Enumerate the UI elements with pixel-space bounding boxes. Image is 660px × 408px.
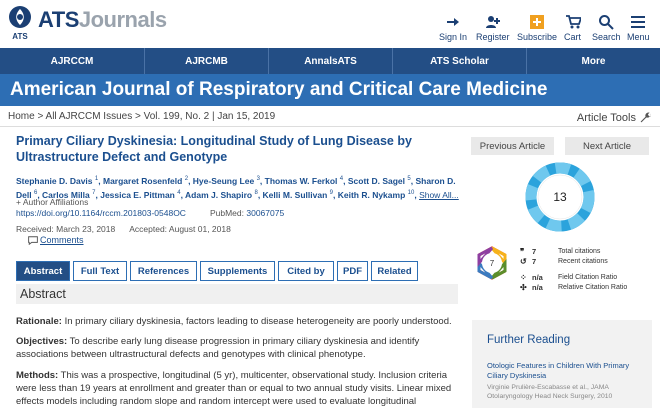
tab-supplements[interactable]: Supplements: [200, 261, 275, 281]
received-date: Received: March 23, 2018: [16, 224, 116, 234]
quote-icon: ❞: [520, 247, 525, 256]
metric-total-citations: ❞ 7 Total citations: [520, 247, 601, 256]
cart-button[interactable]: Cart: [564, 14, 581, 42]
author-link[interactable]: Jessica E. Pittman 4: [100, 190, 180, 200]
article-dates: Received: March 23, 2018 Accepted: Augus…: [16, 224, 231, 234]
abstract-methods: Methods: This was a prospective, longitu…: [16, 370, 452, 407]
previous-article-button[interactable]: Previous Article: [471, 137, 554, 155]
tab-references[interactable]: References: [130, 261, 197, 281]
comments-link[interactable]: Comments: [28, 235, 84, 245]
nav-ats-scholar[interactable]: ATS Scholar: [393, 48, 527, 74]
metric-relative-citation-ratio: ✣ n/a Relative Citation Ratio: [520, 283, 628, 292]
search-button[interactable]: Search: [592, 14, 621, 42]
tab-related[interactable]: Related: [371, 261, 418, 281]
pubmed-link[interactable]: 30067075: [246, 208, 284, 218]
article-tabs: Abstract Full Text References Supplement…: [16, 261, 418, 281]
metric-recent-citations: ↺ 7 Recent citations: [520, 257, 608, 266]
author-link[interactable]: Keith R. Nykamp 10: [338, 190, 415, 200]
sign-in-button[interactable]: Sign In: [439, 14, 467, 42]
subscribe-button[interactable]: Subscribe: [517, 14, 557, 42]
ats-badge-icon: ATS: [6, 5, 34, 41]
nav-ajrcmb[interactable]: AJRCMB: [145, 48, 269, 74]
altmetric-score: 13: [553, 190, 567, 204]
author-link[interactable]: Kelli M. Sullivan 9: [263, 190, 333, 200]
fcr-icon: ⁘: [520, 273, 527, 282]
menu-button[interactable]: Menu: [627, 14, 650, 42]
search-icon: [599, 15, 614, 30]
abstract-objectives: Objectives: To describe early lung disea…: [16, 336, 420, 360]
author-link[interactable]: Hye-Seung Lee 3: [193, 176, 260, 186]
doi-link[interactable]: https://doi.org/10.1164/rccm.201803-0548…: [16, 208, 186, 218]
cart-icon: [565, 15, 581, 29]
next-article-button[interactable]: Next Article: [565, 137, 649, 155]
tab-abstract[interactable]: Abstract: [16, 261, 70, 281]
tab-full-text[interactable]: Full Text: [73, 261, 127, 281]
further-reading-item-source: Virginie Prulière-Escabasse et al., JAMA…: [487, 384, 613, 400]
abstract-rationale: Rationale: In primary ciliary dyskinesia…: [16, 316, 452, 327]
metric-field-citation-ratio: ⁘ n/a Field Citation Ratio: [520, 273, 618, 282]
ats-journals-logo[interactable]: ATS ATSJournals: [6, 5, 167, 41]
pubmed-label: PubMed:: [209, 208, 244, 218]
journal-banner: American Journal of Respiratory and Crit…: [0, 74, 660, 106]
nav-annalsats[interactable]: AnnalsATS: [269, 48, 393, 74]
nav-more[interactable]: More: [527, 48, 660, 74]
register-button[interactable]: Register: [476, 14, 510, 42]
sign-in-icon: [447, 18, 460, 26]
author-affiliations-toggle[interactable]: + Author Affiliations: [16, 197, 88, 207]
altmetric-badge[interactable]: 13: [524, 161, 596, 233]
nav-ajrccm[interactable]: AJRCCM: [0, 48, 145, 74]
article-tools-button[interactable]: Article Tools: [577, 111, 652, 124]
author-link[interactable]: Thomas W. Ferkol 4: [265, 176, 343, 186]
subscribe-icon: [530, 15, 545, 29]
author-link[interactable]: Stephanie D. Davis 1: [16, 176, 98, 186]
further-reading-item-link[interactable]: Otologic Features in Children With Prima…: [487, 361, 647, 380]
abstract-heading: Abstract: [16, 284, 458, 304]
journal-nav: AJRCCM AJRCMB AnnalsATS ATS Scholar More: [0, 48, 660, 74]
divider: [0, 126, 660, 127]
top-header: ATS ATSJournals Sign In Register Subscri…: [0, 0, 660, 48]
journal-title[interactable]: American Journal of Respiratory and Crit…: [10, 79, 547, 101]
dimensions-badge[interactable]: 7: [474, 245, 510, 281]
rcr-icon: ✣: [520, 283, 527, 292]
dimensions-score: 7: [490, 259, 495, 268]
author-link[interactable]: Margaret Rosenfeld 2: [103, 176, 188, 186]
author-link[interactable]: Scott D. Sagel 5: [348, 176, 411, 186]
tab-pdf[interactable]: PDF: [337, 261, 368, 281]
register-icon: [485, 16, 500, 28]
svg-text:ATS: ATS: [12, 32, 28, 41]
logo-text: ATSJournals: [38, 7, 167, 32]
breadcrumb[interactable]: Home > All AJRCCM Issues > Vol. 199, No.…: [8, 111, 275, 122]
show-all-authors-link[interactable]: Show All...: [419, 190, 459, 200]
tab-cited-by[interactable]: Cited by: [278, 261, 334, 281]
further-reading-title: Further Reading: [487, 334, 571, 346]
recent-icon: ↺: [520, 257, 527, 266]
doi-line: https://doi.org/10.1164/rccm.201803-0548…: [16, 208, 284, 218]
accepted-date: Accepted: August 01, 2018: [129, 224, 231, 234]
article-title: Primary Ciliary Dyskinesia: Longitudinal…: [16, 134, 412, 164]
further-reading-panel: Further Reading Otologic Features in Chi…: [472, 320, 652, 408]
comment-icon: [28, 235, 38, 245]
wrench-icon: [640, 112, 651, 123]
menu-icon: [631, 16, 646, 28]
author-link[interactable]: Adam J. Shapiro 8: [185, 190, 258, 200]
